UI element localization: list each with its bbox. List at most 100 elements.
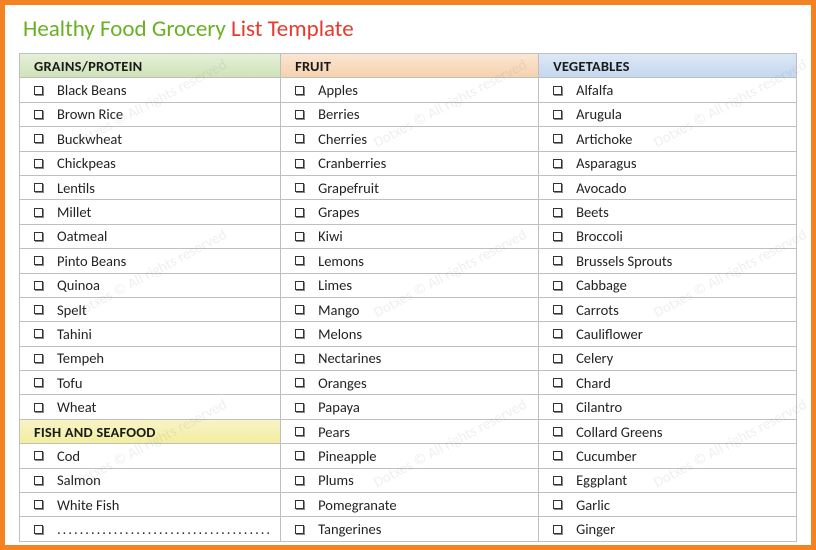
list-item: Black Beans [20,78,281,102]
checkbox-icon[interactable] [34,183,43,192]
checkbox-icon[interactable] [295,134,304,143]
checkbox-icon[interactable] [295,159,304,168]
checkbox-icon[interactable] [553,110,562,119]
checkbox-icon[interactable] [553,86,562,95]
checkbox-icon[interactable] [295,183,304,192]
item-label: Cherries [318,130,367,148]
document-frame: Healthy Food Grocery List Template GRAIN… [0,0,816,550]
checkbox-icon[interactable] [34,159,43,168]
list-item: Plums [281,469,539,493]
checkbox-icon[interactable] [553,232,562,241]
column-grains: GRAINS/PROTEIN Black Beans Brown Rice Bu… [20,54,281,542]
checkbox-icon[interactable] [34,305,43,314]
checkbox-icon[interactable] [34,281,43,290]
checkbox-icon[interactable] [34,476,43,485]
checkbox-icon[interactable] [553,500,562,509]
checkbox-icon[interactable] [295,110,304,119]
checkbox-icon[interactable] [295,525,304,534]
list-item: Eggplant [539,469,797,493]
list-item: Nectarines [281,347,539,371]
list-item: Beets [539,200,797,224]
checkbox-icon[interactable] [295,86,304,95]
checkbox-icon[interactable] [553,403,562,412]
item-label: Grapes [318,203,359,221]
list-item: Lemons [281,249,539,273]
checkbox-icon[interactable] [295,232,304,241]
list-item: Arugula [539,103,797,127]
list-item: Wheat [20,395,281,419]
checkbox-icon[interactable] [295,256,304,265]
checkbox-icon[interactable] [295,208,304,217]
checkbox-icon[interactable] [295,354,304,363]
item-label: Pinto Beans [57,252,126,270]
checkbox-icon[interactable] [553,159,562,168]
list-item: Oatmeal [20,225,281,249]
item-label: Berries [318,105,359,123]
item-label: Cucumber [576,447,637,465]
checkbox-icon[interactable] [553,378,562,387]
checkbox-icon[interactable] [295,451,304,460]
item-label: Pears [318,423,350,441]
list-item: Celery [539,347,797,371]
list-item: Pinto Beans [20,249,281,273]
checkbox-icon[interactable] [553,305,562,314]
list-item: Buckwheat [20,127,281,151]
checkbox-icon[interactable] [34,208,43,217]
checkbox-icon[interactable] [34,329,43,338]
checkbox-icon[interactable] [34,500,43,509]
checkbox-icon[interactable] [553,329,562,338]
list-item: Melons [281,322,539,346]
item-label: Chickpeas [57,154,116,172]
checkbox-icon[interactable] [553,134,562,143]
item-label: Garlic [576,496,610,514]
list-item: Cherries [281,127,539,151]
item-label: Artichoke [576,130,632,148]
checkbox-icon[interactable] [553,476,562,485]
checkbox-icon[interactable] [34,86,43,95]
checkbox-icon[interactable] [295,427,304,436]
checkbox-icon[interactable] [553,208,562,217]
checkbox-icon[interactable] [295,476,304,485]
checkbox-icon[interactable] [295,500,304,509]
list-item: Cod [20,444,281,468]
item-label: Limes [318,276,352,294]
checkbox-icon[interactable] [295,281,304,290]
checkbox-icon[interactable] [34,378,43,387]
checkbox-icon[interactable] [553,354,562,363]
checkbox-icon[interactable] [34,525,43,534]
item-label: Pineapple [318,447,376,465]
checkbox-icon[interactable] [34,232,43,241]
checkbox-icon[interactable] [295,378,304,387]
item-label: Broccoli [576,227,623,245]
checkbox-icon[interactable] [553,183,562,192]
checkbox-icon[interactable] [553,525,562,534]
checkbox-icon[interactable] [295,305,304,314]
checkbox-icon[interactable] [295,329,304,338]
item-label: Papaya [318,398,360,416]
list-item: Pomegranate [281,493,539,517]
item-label: Cod [57,447,80,465]
checkbox-icon[interactable] [553,256,562,265]
column-fruit: FRUIT Apples Berries Cherries Cranberrie… [281,54,539,542]
list-item: Tempeh [20,347,281,371]
item-label: Carrots [576,301,619,319]
checkbox-icon[interactable] [34,110,43,119]
checkbox-icon[interactable] [34,134,43,143]
page-title: Healthy Food Grocery List Template [19,15,797,43]
checkbox-icon[interactable] [553,427,562,436]
list-item: Papaya [281,395,539,419]
checkbox-icon[interactable] [553,281,562,290]
checkbox-icon[interactable] [295,403,304,412]
list-item: Artichoke [539,127,797,151]
list-item: Cilantro [539,395,797,419]
checkbox-icon[interactable] [34,256,43,265]
item-label: Oranges [318,374,367,392]
item-label: Chard [576,374,611,392]
checkbox-icon[interactable] [553,451,562,460]
checkbox-icon[interactable] [34,451,43,460]
checkbox-icon[interactable] [34,403,43,412]
item-label: Lentils [57,179,95,197]
list-item: Salmon [20,469,281,493]
checkbox-icon[interactable] [34,354,43,363]
list-item: Asparagus [539,152,797,176]
